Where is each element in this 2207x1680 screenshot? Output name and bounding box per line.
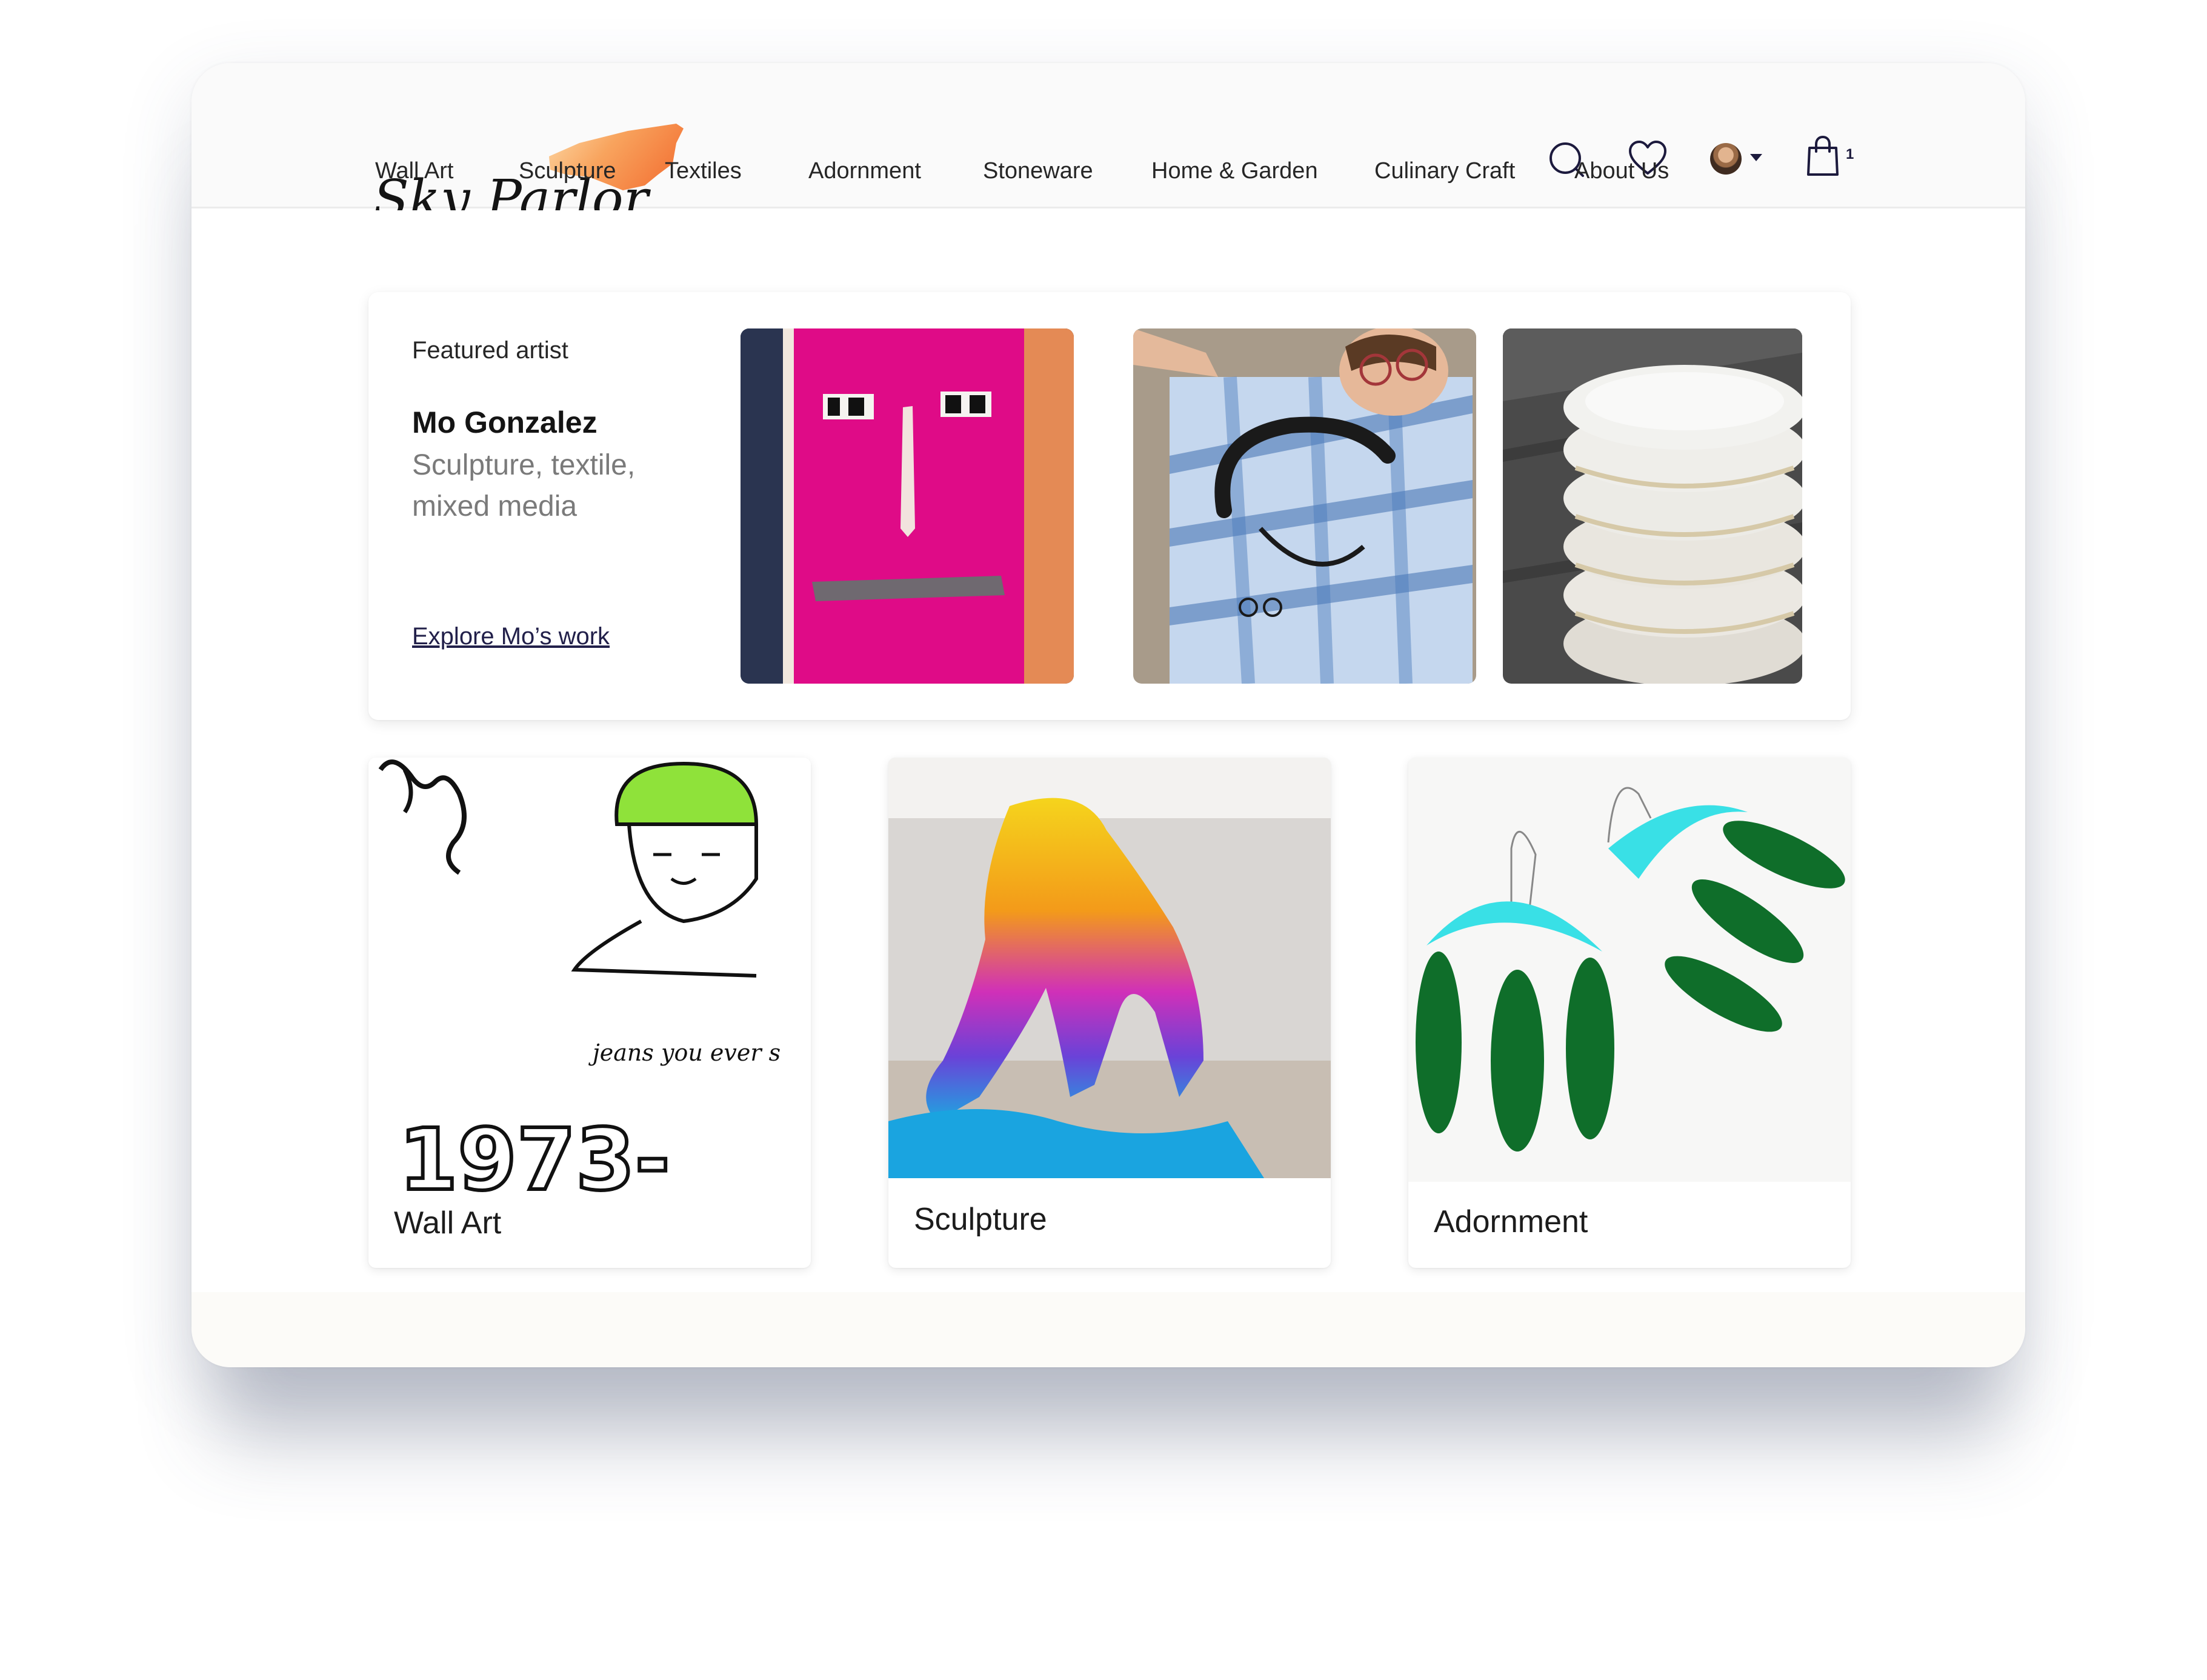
artist-disciplines: Sculpture, textile, mixed media — [412, 449, 636, 522]
wall-art-year-text: 1973- — [399, 1111, 670, 1199]
category-image-adornment — [1408, 758, 1851, 1182]
featured-image-tapestry[interactable] — [741, 328, 1074, 684]
nav-item-stoneware[interactable]: Stoneware — [983, 153, 1093, 189]
nav-item-home-garden[interactable]: Home & Garden — [1151, 153, 1318, 189]
category-card-wall-art[interactable]: 1973- jeans you ever s Wall Art — [368, 758, 811, 1268]
featured-label: Featured artist — [412, 337, 568, 364]
artist-name: Mo Gonzalez — [412, 405, 598, 439]
category-label: Sculpture — [914, 1202, 1047, 1237]
featured-image-bowls[interactable] — [1503, 328, 1802, 684]
featured-artist-card: Featured artist Mo Gonzalez Sculpture, t… — [368, 292, 1851, 720]
nav-item-culinary-craft[interactable]: Culinary Craft — [1374, 153, 1515, 189]
wall-art-handwriting-text: jeans you ever s — [588, 1039, 781, 1066]
shopping-bag-icon[interactable] — [1806, 135, 1840, 177]
nav-item-adornment[interactable]: Adornment — [808, 153, 921, 189]
nav-item-about-us[interactable]: About Us — [1574, 153, 1669, 189]
cart-count-badge: 1 — [1846, 146, 1854, 162]
site-header: Sky Parlor 1 — [191, 63, 2025, 230]
account-menu[interactable] — [1710, 139, 1766, 177]
category-image-sculpture — [888, 758, 1331, 1178]
nav-item-textiles[interactable]: Textiles — [665, 153, 742, 189]
category-nav — [191, 210, 2025, 289]
category-label: Wall Art — [394, 1205, 502, 1241]
category-label: Adornment — [1434, 1204, 1588, 1239]
browser-window: Sky Parlor 1 Wall Art Sculpture Textiles… — [191, 63, 2025, 1367]
category-card-adornment[interactable]: Adornment — [1408, 758, 1851, 1268]
explore-artist-link[interactable]: Explore Mo’s work — [412, 618, 610, 655]
nav-item-wall-art[interactable]: Wall Art — [375, 153, 454, 189]
avatar — [1710, 143, 1742, 175]
featured-image-tshirt[interactable] — [1133, 328, 1476, 684]
category-image-wall-art: 1973- jeans you ever s — [368, 758, 811, 1199]
category-card-sculpture[interactable]: Sculpture — [888, 758, 1331, 1268]
chevron-down-icon — [1750, 154, 1762, 161]
nav-item-sculpture[interactable]: Sculpture — [519, 153, 616, 189]
page-footer-band — [191, 1292, 2025, 1367]
